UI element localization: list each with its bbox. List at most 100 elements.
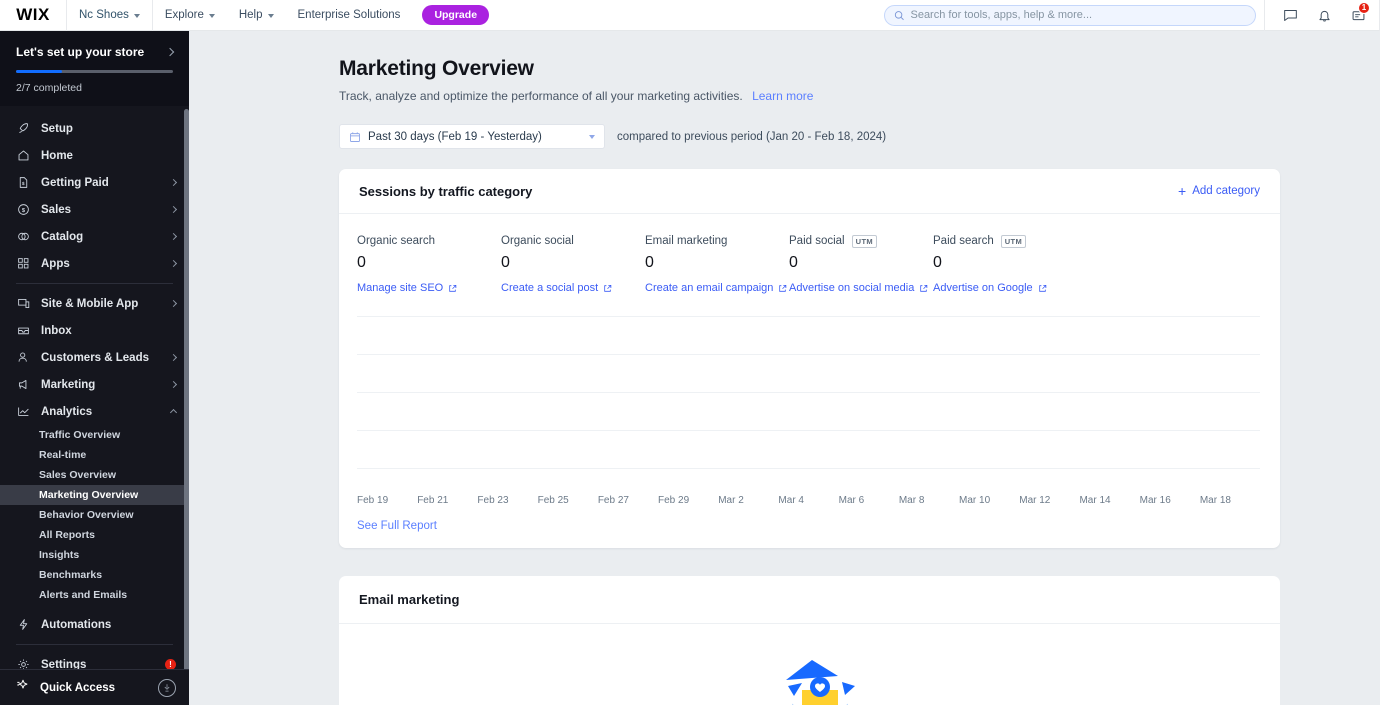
date-range-value: Past 30 days (Feb 19 - Yesterday) <box>368 130 542 143</box>
sidebar-item-getting-paid[interactable]: $ Getting Paid <box>0 169 189 196</box>
gridline <box>357 316 1260 317</box>
metric-action-link[interactable]: Create a social post <box>501 282 645 294</box>
see-full-report-link[interactable]: See Full Report <box>339 506 437 548</box>
sidebar-item-sales[interactable]: $ Sales <box>0 196 189 223</box>
x-axis-tick: Mar 10 <box>959 495 991 506</box>
automation-icon <box>16 618 30 632</box>
chart-icon <box>16 405 30 419</box>
metric-value: 0 <box>357 254 366 271</box>
x-axis-tick: Feb 25 <box>537 495 569 506</box>
nav-explore[interactable]: Explore <box>153 0 227 31</box>
setup-title: Let's set up your store <box>16 45 145 59</box>
sidebar-item-label: Site & Mobile App <box>41 297 139 310</box>
sidebar-item-label: Home <box>41 149 73 162</box>
sidebar-item-site-mobile-app[interactable]: Site & Mobile App <box>0 290 189 317</box>
metric-header: Organic search <box>357 234 501 248</box>
email-illustration <box>339 624 1280 705</box>
search-icon <box>894 10 904 20</box>
svg-text:$: $ <box>21 208 25 214</box>
add-category-button[interactable]: + Add category <box>1178 184 1260 198</box>
sidebar-item-home[interactable]: Home <box>0 142 189 169</box>
setup-progress-fill <box>16 70 62 73</box>
sidebar-item-inbox[interactable]: Inbox <box>0 317 189 344</box>
sidebar-divider <box>16 283 173 284</box>
setup-header[interactable]: Let's set up your store <box>16 45 175 59</box>
metric-action-label: Advertise on Google <box>933 282 1033 294</box>
search-input[interactable] <box>910 9 1246 21</box>
quick-access-toggle-icon[interactable] <box>158 678 176 697</box>
global-search[interactable] <box>884 4 1256 26</box>
sidebar-subitem-sales-overview[interactable]: Sales Overview <box>0 465 189 485</box>
learn-more-link[interactable]: Learn more <box>752 89 813 103</box>
metric-action-link[interactable]: Manage site SEO <box>357 282 501 294</box>
metric-header: Email marketing <box>645 234 789 248</box>
sidebar-item-label: Automations <box>41 618 112 631</box>
metric-action-link[interactable]: Advertise on social media <box>789 282 933 294</box>
metric-label: Email marketing <box>645 235 728 247</box>
nav-enterprise-solutions[interactable]: Enterprise Solutions <box>286 0 413 31</box>
sidebar-item-catalog[interactable]: Catalog <box>0 223 189 250</box>
nav-help[interactable]: Help <box>227 0 286 31</box>
metric-action-link[interactable]: Advertise on Google <box>933 282 1077 294</box>
sidebar-subitem-behavior-overview[interactable]: Behavior Overview <box>0 505 189 525</box>
page-title: Marketing Overview <box>339 57 534 80</box>
sidebar-item-setup[interactable]: Setup <box>0 115 189 142</box>
sidebar-item-marketing[interactable]: Marketing <box>0 371 189 398</box>
external-link-icon <box>779 284 787 292</box>
chevron-up-icon <box>169 408 178 417</box>
setup-progress-block[interactable]: Let's set up your store 2/7 completed <box>0 31 189 106</box>
chevron-right-icon <box>165 47 175 57</box>
x-axis-tick: Mar 14 <box>1079 495 1111 506</box>
x-axis-tick: Mar 4 <box>778 495 804 506</box>
gridline <box>357 468 1260 469</box>
top-navigation-bar: WIX Nc Shoes Explore Help Enterprise Sol… <box>0 0 1380 31</box>
x-axis-tick: Feb 29 <box>658 495 690 506</box>
sidebar-item-apps[interactable]: Apps <box>0 250 189 277</box>
sidebar-item-label: Customers & Leads <box>41 351 150 364</box>
sidebar-item-customers-leads[interactable]: Customers & Leads <box>0 344 189 371</box>
sidebar-subitem-alerts-and-emails[interactable]: Alerts and Emails <box>0 585 189 605</box>
quick-access-bar[interactable]: Quick Access <box>0 669 189 705</box>
sidebar-subitem-insights[interactable]: Insights <box>0 545 189 565</box>
metric-label: Organic social <box>501 235 574 247</box>
card-header: Sessions by traffic category + Add categ… <box>339 169 1280 214</box>
metric-header: Paid social UTM <box>789 234 933 248</box>
metric-value: 0 <box>645 254 654 271</box>
sidebar-item-analytics[interactable]: Analytics <box>0 398 189 425</box>
sidebar-nav-scroll: Setup Home $ Getting Paid $ Sales Catalo… <box>0 106 189 691</box>
sidebar-subitem-all-reports[interactable]: All Reports <box>0 525 189 545</box>
wix-logo[interactable]: WIX <box>0 5 66 25</box>
calendar-icon <box>350 131 360 142</box>
sidebar-subitem-benchmarks[interactable]: Benchmarks <box>0 565 189 585</box>
sidebar-subitem-traffic-overview[interactable]: Traffic Overview <box>0 425 189 445</box>
sidebar-item-label: Sales <box>41 203 72 216</box>
metric-action-link[interactable]: Create an email campaign <box>645 282 789 294</box>
metric-header: Organic social <box>501 234 645 248</box>
external-link-icon <box>449 284 457 292</box>
chat-button[interactable] <box>1273 0 1307 31</box>
card-header: Email marketing <box>339 576 1280 624</box>
x-axis-tick: Mar 18 <box>1199 495 1231 506</box>
sidebar-item-automations[interactable]: Automations <box>0 611 189 638</box>
divider <box>1264 0 1265 31</box>
notifications-button[interactable] <box>1307 0 1341 31</box>
sidebar-item-label: Analytics <box>41 405 93 418</box>
sidebar-divider <box>16 644 173 645</box>
rocket-icon <box>16 122 30 136</box>
inbox-icon <box>16 324 30 338</box>
quick-access-label: Quick Access <box>40 681 116 694</box>
people-icon <box>16 351 30 365</box>
envelope-rocket-icon <box>785 660 855 705</box>
metrics-row: Organic search 0 Manage site SEO Organic so… <box>339 214 1280 294</box>
sidebar-subitem-marketing-overview[interactable]: Marketing Overview <box>0 485 189 505</box>
x-axis-tick: Mar 16 <box>1139 495 1171 506</box>
mail-button[interactable]: 1 <box>1341 0 1375 31</box>
email-marketing-title: Email marketing <box>359 592 460 607</box>
metric-value: 0 <box>501 254 510 271</box>
upgrade-button[interactable]: Upgrade <box>422 5 490 25</box>
sidebar-subitem-real-time[interactable]: Real-time <box>0 445 189 465</box>
sidebar-item-label: Marketing <box>41 378 96 391</box>
date-range-select[interactable]: Past 30 days (Feb 19 - Yesterday) <box>339 124 605 149</box>
site-selector[interactable]: Nc Shoes <box>67 0 152 31</box>
catalog-icon <box>16 230 30 244</box>
